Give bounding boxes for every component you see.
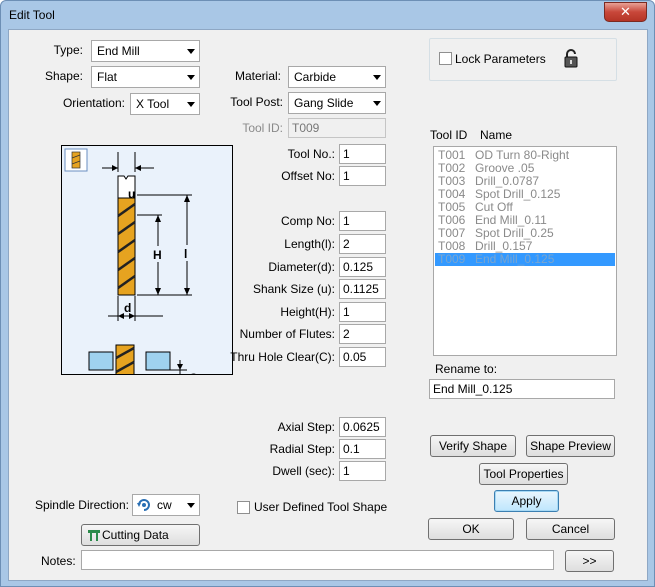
notes-label: Notes:	[41, 554, 76, 568]
window-title: Edit Tool	[9, 8, 55, 22]
spindle-rotation-icon	[136, 497, 152, 516]
orientation-value: X Tool	[136, 97, 170, 111]
spindle-direction-value: cw	[157, 498, 172, 512]
tool-diagram: u H l d C	[61, 145, 233, 375]
tool-post-select[interactable]: Gang Slide	[288, 92, 386, 114]
shape-preview-button[interactable]: Shape Preview	[526, 435, 615, 457]
diameter-label: Diameter(d):	[268, 260, 335, 274]
tool-no-input[interactable]: 1	[339, 144, 386, 164]
lock-parameters-label: Lock Parameters	[455, 52, 546, 66]
title-bar[interactable]: Edit Tool ✕	[1, 1, 654, 29]
tool-list[interactable]: T001 OD Turn 80-Right T002 Groove .05 T003…	[433, 146, 617, 356]
dropdown-arrow-icon	[187, 49, 195, 54]
radial-step-label: Radial Step:	[269, 442, 335, 456]
offset-no-input[interactable]: 1	[339, 166, 386, 186]
type-value: End Mill	[97, 44, 140, 58]
tool-properties-button[interactable]: Tool Properties	[479, 463, 568, 485]
cutting-data-button[interactable]: Cutting Data	[81, 524, 200, 546]
shape-select[interactable]: Flat	[91, 66, 200, 88]
tool-diagram-graphic: u H l d C	[64, 148, 198, 375]
close-button[interactable]: ✕	[604, 2, 647, 22]
type-label: Type:	[53, 43, 83, 57]
length-label: Length(l):	[284, 237, 335, 251]
dialog-client: Type: End Mill Shape: Flat Orientation: …	[8, 29, 648, 581]
tool-no-label: Tool No.:	[287, 147, 335, 161]
material-select[interactable]: Carbide	[288, 66, 386, 88]
edit-tool-window: Edit Tool ✕ Type: End Mill Shape: Flat O…	[0, 0, 655, 587]
dim-d-label: d	[124, 301, 131, 315]
user-defined-shape-label: User Defined Tool Shape	[254, 500, 388, 514]
material-value: Carbide	[294, 70, 337, 84]
dropdown-arrow-icon	[373, 75, 381, 80]
padlock-icon	[562, 48, 582, 73]
dropdown-arrow-icon	[187, 75, 195, 80]
dropdown-arrow-icon	[187, 503, 195, 508]
comp-no-label: Comp No:	[280, 214, 335, 228]
diameter-input[interactable]: 0.125	[339, 257, 386, 277]
flutes-label: Number of Flutes:	[239, 327, 335, 341]
material-label: Material:	[234, 69, 281, 83]
user-defined-shape-checkbox[interactable]	[237, 501, 250, 514]
shank-size-input[interactable]: 0.1125	[339, 279, 386, 299]
axial-step-input[interactable]: 0.0625	[339, 417, 386, 437]
offset-no-label: Offset No:	[281, 169, 335, 183]
tool-post-label: Tool Post:	[230, 95, 283, 109]
dropdown-arrow-icon	[187, 102, 195, 107]
dwell-input[interactable]: 1	[339, 461, 386, 481]
notes-input[interactable]	[81, 550, 554, 570]
shank-size-label: Shank Size (u):	[252, 282, 335, 296]
shape-label: Shape:	[44, 69, 83, 83]
radial-step-input[interactable]: 0.1	[339, 439, 386, 459]
dropdown-arrow-icon	[373, 101, 381, 106]
length-input[interactable]: 2	[339, 234, 386, 254]
verify-shape-button[interactable]: Verify Shape	[430, 435, 516, 457]
close-icon: ✕	[620, 4, 631, 19]
type-select[interactable]: End Mill	[91, 40, 200, 62]
thru-hole-clear-label: Thru Hole Clear(C):	[230, 350, 335, 364]
rename-input[interactable]: End Mill_0.125	[429, 379, 615, 399]
list-header-name: Name	[480, 128, 513, 142]
cutting-data-label: Cutting Data	[102, 528, 169, 542]
spindle-direction-select[interactable]: cw	[132, 494, 200, 516]
orientation-select[interactable]: X Tool	[130, 93, 200, 115]
shape-value: Flat	[97, 70, 118, 84]
tool-id-field: T009	[288, 118, 386, 138]
rename-label: Rename to:	[435, 362, 498, 376]
height-input[interactable]: 1	[339, 302, 386, 322]
dim-l-label: l	[184, 247, 187, 261]
dim-u-label: u	[128, 187, 135, 201]
list-item-selected[interactable]: T009 End Mill_0.125	[435, 253, 615, 266]
flutes-input[interactable]: 2	[339, 324, 386, 344]
orientation-label: Orientation:	[62, 96, 125, 110]
tool-post-value: Gang Slide	[294, 96, 354, 110]
axial-step-label: Axial Step:	[277, 420, 335, 434]
apply-button[interactable]: Apply	[494, 490, 559, 512]
tool-id-label: Tool ID:	[242, 121, 283, 135]
cancel-button[interactable]: Cancel	[526, 518, 615, 540]
expand-notes-button[interactable]: >>	[565, 550, 614, 572]
cutting-data-icon	[87, 528, 103, 548]
spindle-direction-label: Spindle Direction:	[34, 498, 129, 512]
list-header-tool-id: Tool ID	[430, 128, 468, 142]
lock-parameters-checkbox[interactable]	[439, 52, 452, 65]
comp-no-input[interactable]: 1	[339, 211, 386, 231]
dim-h-label: H	[153, 248, 162, 262]
height-label: Height(H):	[280, 305, 335, 319]
thru-hole-clear-input[interactable]: 0.05	[339, 347, 386, 367]
dwell-label: Dwell (sec):	[272, 464, 335, 478]
ok-button[interactable]: OK	[428, 518, 514, 540]
dim-c-label: C	[189, 371, 198, 375]
